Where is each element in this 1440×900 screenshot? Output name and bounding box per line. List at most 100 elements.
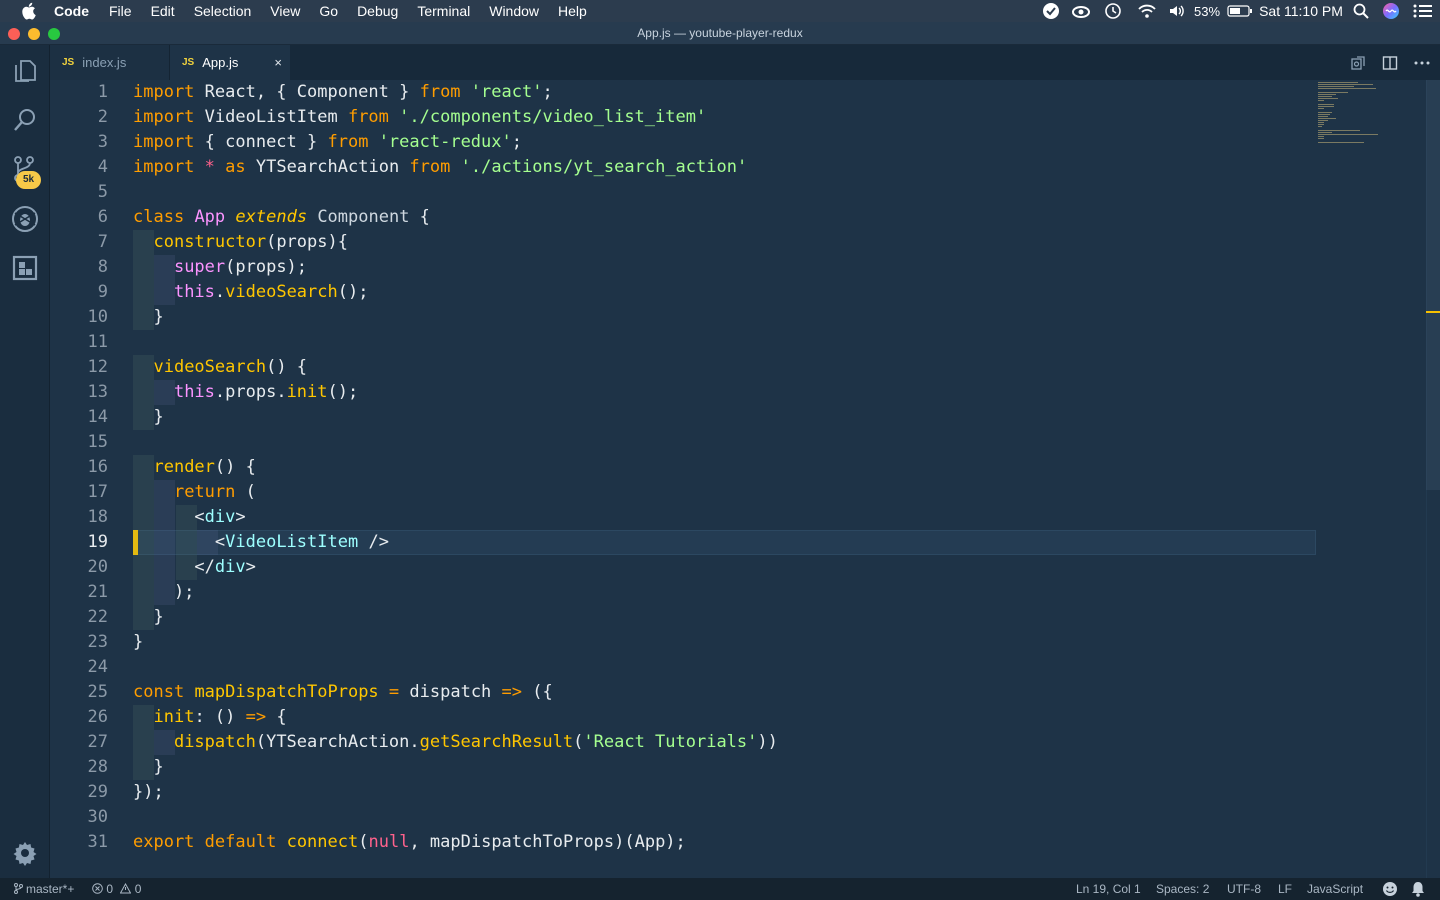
minimap-line xyxy=(1318,124,1324,125)
search-icon[interactable] xyxy=(0,96,50,144)
scrollbar-thumb[interactable] xyxy=(1426,80,1440,490)
checkmark-status-icon[interactable] xyxy=(1036,0,1066,22)
code-line: const mapDispatchToProps = dispatch => (… xyxy=(133,682,553,702)
code-line: return ( xyxy=(173,482,256,502)
code-lines[interactable]: import React, { Component } from 'react'… xyxy=(133,80,1315,878)
git-branch-icon xyxy=(14,883,23,894)
minimap[interactable] xyxy=(1316,80,1426,878)
time-machine-icon[interactable] xyxy=(1096,0,1130,22)
feedback-smiley-icon[interactable] xyxy=(1382,881,1398,900)
siri-icon[interactable] xyxy=(1376,0,1406,22)
line-number: 13 xyxy=(87,382,108,402)
minimap-line xyxy=(1318,82,1358,83)
line-number: 14 xyxy=(87,407,108,427)
line-number: 5 xyxy=(97,182,108,202)
code-line: this.props.init(); xyxy=(173,382,359,402)
code-line: <div> xyxy=(194,507,246,527)
close-tab-icon[interactable]: × xyxy=(274,55,282,70)
code-line: } xyxy=(133,757,164,777)
battery-percent: 53% xyxy=(1193,3,1221,19)
extensions-icon[interactable] xyxy=(0,244,50,292)
line-number: 6 xyxy=(97,207,108,227)
encoding-status[interactable]: UTF-8 xyxy=(1227,882,1261,896)
code-line: <VideoListItem /> xyxy=(214,532,389,552)
minimap-line xyxy=(1318,136,1324,137)
eol-status[interactable]: LF xyxy=(1278,882,1292,896)
git-branch-status[interactable]: master*+ xyxy=(14,882,74,896)
debug-icon[interactable] xyxy=(0,195,50,243)
menu-selection[interactable]: Selection xyxy=(194,3,252,19)
minimap-line xyxy=(1318,104,1334,105)
spotlight-search-icon[interactable] xyxy=(1346,0,1376,22)
notifications-bell-icon[interactable] xyxy=(1411,881,1425,900)
volume-icon[interactable] xyxy=(1164,0,1190,22)
line-number: 11 xyxy=(87,332,108,352)
menu-go[interactable]: Go xyxy=(319,3,338,19)
minimap-line xyxy=(1318,100,1324,101)
code-editor[interactable]: 1 2 3 4 5 6 7 8 9 10 11 12 13 14 15 16 17 18 19 20 21 22 23 24 2… xyxy=(50,80,1440,878)
macos-menu-bar: Code File Edit Selection View Go Debug T… xyxy=(0,0,1440,22)
wifi-icon[interactable] xyxy=(1130,0,1164,22)
menu-edit[interactable]: Edit xyxy=(151,3,175,19)
minimap-line xyxy=(1318,126,1322,127)
minimap-line xyxy=(1318,122,1324,123)
minimap-line xyxy=(1318,132,1332,133)
battery-icon[interactable] xyxy=(1224,0,1256,22)
menu-view[interactable]: View xyxy=(270,3,300,19)
indentation-status[interactable]: Spaces: 2 xyxy=(1156,882,1209,896)
javascript-file-icon: JS xyxy=(62,57,75,68)
line-number: 16 xyxy=(87,457,108,477)
menu-terminal[interactable]: Terminal xyxy=(417,3,470,19)
line-number: 25 xyxy=(87,682,108,702)
creative-cloud-icon[interactable] xyxy=(1066,0,1096,22)
problems-status[interactable]: 0 0 xyxy=(92,882,141,896)
line-number: 29 xyxy=(87,782,108,802)
minimap-line xyxy=(1318,84,1373,85)
tab-index-js[interactable]: JS index.js xyxy=(50,45,170,80)
split-editor-icon[interactable] xyxy=(1374,45,1406,80)
code-line: constructor(props){ xyxy=(153,232,348,252)
code-line: super(props); xyxy=(173,257,308,277)
line-number: 3 xyxy=(97,132,108,152)
language-mode[interactable]: JavaScript xyxy=(1307,882,1363,896)
menu-clock[interactable]: Sat 11:10 PM xyxy=(1256,0,1346,22)
settings-gear-icon[interactable] xyxy=(0,829,50,877)
tab-app-js[interactable]: JS App.js × xyxy=(170,45,290,80)
tab-label: App.js xyxy=(202,55,239,70)
code-line: } xyxy=(133,607,164,627)
menu-help[interactable]: Help xyxy=(558,3,587,19)
warning-count: 0 xyxy=(134,882,142,896)
explorer-icon[interactable] xyxy=(0,47,50,95)
code-line: videoSearch() { xyxy=(153,357,308,377)
line-number: 30 xyxy=(87,807,108,827)
line-number: 17 xyxy=(87,482,108,502)
line-number: 18 xyxy=(87,507,108,527)
line-number: 28 xyxy=(87,757,108,777)
code-line: class App extends Component { xyxy=(133,207,430,227)
warning-icon xyxy=(120,882,132,894)
open-changes-icon[interactable] xyxy=(1342,45,1374,80)
code-line: } xyxy=(133,407,164,427)
notification-center-icon[interactable] xyxy=(1406,0,1440,22)
code-line: dispatch(YTSearchAction.getSearchResult(… xyxy=(173,732,778,752)
more-actions-icon[interactable] xyxy=(1406,45,1438,80)
minimap-line xyxy=(1318,86,1354,87)
line-number: 19 xyxy=(87,532,108,552)
editor-tab-bar: JS index.js JS App.js × xyxy=(50,45,1440,80)
menu-file[interactable]: File xyxy=(109,3,132,19)
menu-debug[interactable]: Debug xyxy=(357,3,398,19)
minimap-line xyxy=(1318,88,1376,89)
minimap-line xyxy=(1318,108,1324,109)
menu-window[interactable]: Window xyxy=(489,3,539,19)
line-number: 12 xyxy=(87,357,108,377)
window-title-bar: App.js — youtube-player-redux xyxy=(0,22,1440,45)
minimap-line xyxy=(1318,134,1378,135)
minimap-line xyxy=(1318,138,1324,139)
code-line: } xyxy=(133,307,164,327)
source-control-badge: 5k xyxy=(16,171,41,189)
cursor-position[interactable]: Ln 19, Col 1 xyxy=(1076,882,1141,896)
menu-app-code[interactable]: Code xyxy=(54,3,89,19)
code-line: import React, { Component } from 'react'… xyxy=(133,82,553,102)
apple-icon[interactable] xyxy=(20,2,40,20)
code-line: </div> xyxy=(194,557,256,577)
